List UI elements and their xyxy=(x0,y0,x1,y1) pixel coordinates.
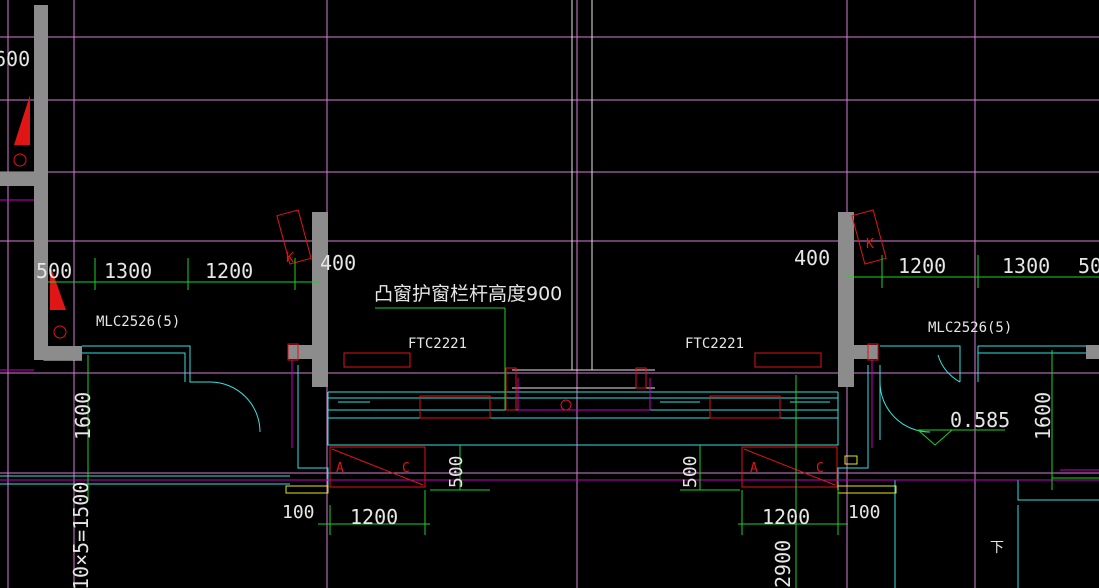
dim-400-right: 400 xyxy=(794,246,830,270)
mlc-left-label: MLC2526(5) xyxy=(96,314,180,330)
dim-500-mid-right: 500 xyxy=(680,455,701,488)
inner-lines xyxy=(0,199,1099,481)
dim-100-right: 100 xyxy=(848,502,881,523)
ftc-right-label: FTC2221 xyxy=(685,336,744,352)
dim-500-mid-left: 500 xyxy=(446,455,467,488)
ftc-left-label: FTC2221 xyxy=(408,336,467,352)
ac-k-right: K xyxy=(866,237,874,252)
elevation-label: 0.585 xyxy=(950,408,1010,432)
dim-1200-bottom-left: 1200 xyxy=(350,505,398,529)
dim-1600-right: 1600 xyxy=(1031,392,1055,440)
dim-1300-right: 1300 xyxy=(1002,254,1050,278)
dim-400-left: 400 xyxy=(320,251,356,275)
dim-2900: 2900 xyxy=(771,540,795,588)
ac-c-left: C xyxy=(402,461,410,476)
dim-1300-left: 1300 xyxy=(104,259,152,283)
dim-50-right: 50 xyxy=(1078,254,1099,278)
dim-1600-left: 1600 xyxy=(71,392,95,440)
ac-a-right: A xyxy=(750,461,758,476)
dim-500-left: 500 xyxy=(36,259,72,283)
dim-1200-bottom-right: 1200 xyxy=(762,505,810,529)
dim-1500-formula: 10×5=1500 xyxy=(69,482,93,588)
dimension-lines xyxy=(48,255,1099,588)
dim-100-left: 100 xyxy=(282,502,315,523)
window-railing-note: 凸窗护窗栏杆高度900 xyxy=(374,283,562,305)
dim-600-top: 600 xyxy=(0,47,30,71)
ac-k-left: K xyxy=(286,251,294,266)
mlc-right-label: MLC2526(5) xyxy=(928,320,1012,336)
ac-c-right: C xyxy=(816,461,824,476)
stair-down-label: 下 xyxy=(990,540,1004,556)
ac-a-left: A xyxy=(336,461,344,476)
cad-floor-plan-canvas: 500 1300 1200 400 400 1200 1300 50 600 1… xyxy=(0,0,1099,588)
dim-1200-left: 1200 xyxy=(205,259,253,283)
dim-1200-right: 1200 xyxy=(898,254,946,278)
building-outline xyxy=(0,345,1099,588)
